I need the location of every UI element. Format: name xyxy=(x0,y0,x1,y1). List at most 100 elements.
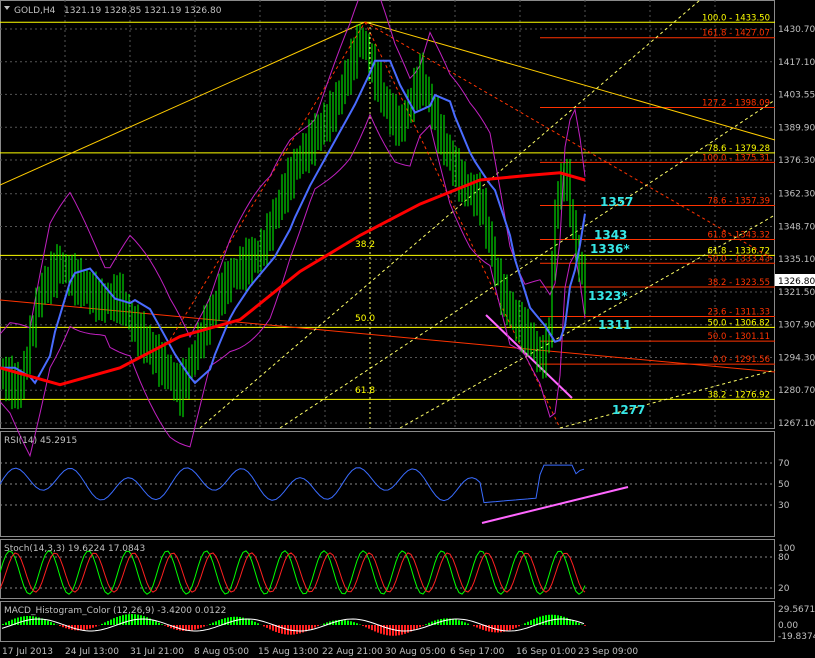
macd-bar xyxy=(575,621,577,625)
macd-bar xyxy=(548,614,550,625)
macd-bar xyxy=(509,625,511,631)
macd-title: MACD_Histogram_Color (12,26,9) -3.4200 0… xyxy=(4,606,226,616)
time-tick-label: 30 Aug 05:00 xyxy=(385,647,446,657)
macd-bar xyxy=(353,622,355,625)
macd-bar xyxy=(83,625,85,631)
price-tick-label: 1430.70 xyxy=(778,25,815,35)
fib-label: 127.2 - 1398.09 xyxy=(702,99,770,109)
macd-bar xyxy=(251,620,253,625)
macd-bar xyxy=(407,625,409,633)
time-tick-label: 16 Sep 01:00 xyxy=(516,647,576,657)
current-price-marker: 1326.80 xyxy=(775,274,815,287)
macd-bar xyxy=(452,618,454,625)
macd-bar xyxy=(497,625,499,633)
macd-bar xyxy=(362,625,364,626)
price-tick-label: 1307.90 xyxy=(778,321,815,331)
left-fib-label-382: 38.2 xyxy=(355,240,375,250)
support-trendline xyxy=(0,299,776,373)
macd-bar xyxy=(401,625,403,635)
bollinger-upper xyxy=(0,0,586,339)
time-tick-label: 22 Aug 21:00 xyxy=(322,647,383,657)
macd-level-high: 29.5671 xyxy=(778,605,815,615)
macd-bar xyxy=(347,620,349,625)
collapse-icon[interactable] xyxy=(4,6,10,10)
current-price-label: 1326.80 xyxy=(778,277,815,287)
macd-bar xyxy=(227,617,229,625)
macd-bar xyxy=(125,614,127,625)
macd-bar xyxy=(533,618,535,625)
macd-bar xyxy=(194,625,196,630)
macd-bar xyxy=(455,619,457,625)
macd-panel: MACD_Histogram_Color (12,26,9) -3.4200 0… xyxy=(1,605,815,642)
macd-bar xyxy=(215,621,217,625)
macd-bar xyxy=(464,622,466,625)
macd-bar xyxy=(107,620,109,625)
macd-bar xyxy=(8,620,10,625)
fib-label: 78.6 - 1357.39 xyxy=(707,197,770,207)
macd-bar xyxy=(101,623,103,625)
price-tick-label: 1321.50 xyxy=(778,288,815,298)
fib-label: 50.0 - 1306.82 xyxy=(707,318,770,328)
macd-bar xyxy=(62,625,64,628)
rsi-level-50: 50 xyxy=(778,480,790,490)
macd-bar xyxy=(368,625,370,629)
time-tick-label: 6 Sep 17:00 xyxy=(450,647,505,657)
macd-bar xyxy=(35,616,37,625)
fibonacci-levels: 100.0 - 1433.50 161.8 - 1427.07 127.2 - 13… xyxy=(0,13,775,400)
macd-bar xyxy=(218,620,220,625)
macd-bar xyxy=(146,617,148,625)
fib-label: 100.0 - 1433.50 xyxy=(702,13,770,23)
macd-bar xyxy=(542,615,544,625)
macd-bar xyxy=(500,625,502,633)
macd-bar xyxy=(188,625,190,631)
stoch-level-20: 20 xyxy=(778,584,790,594)
fib-label: 100.0 - 1375.31 xyxy=(702,153,770,163)
macd-bar xyxy=(365,625,367,628)
macd-bar xyxy=(296,625,298,635)
macd-bar xyxy=(344,620,346,625)
trading-chart[interactable]: 1430.70 1417.10 1403.55 1389.90 1376.30 1362.… xyxy=(0,0,815,658)
macd-bar xyxy=(92,625,94,628)
macd-bar xyxy=(416,625,418,629)
annotation-1336: 1336* xyxy=(590,242,630,256)
price-tick-label: 1280.70 xyxy=(778,386,815,396)
macd-bar xyxy=(563,616,565,625)
macd-bar xyxy=(572,620,574,625)
macd-bar xyxy=(113,618,115,625)
macd-bar xyxy=(50,622,52,625)
macd-bar xyxy=(104,622,106,625)
macd-bar xyxy=(179,625,181,631)
fib-label: 23.6 - 1311.33 xyxy=(707,307,770,317)
macd-bar xyxy=(293,625,295,635)
annotation-1357: 1357 xyxy=(600,195,633,209)
price-tick-label: 1348.70 xyxy=(778,222,815,232)
macd-bar xyxy=(197,625,199,629)
macd-bar xyxy=(560,615,562,625)
macd-bar xyxy=(473,625,475,627)
macd-bar xyxy=(527,621,529,625)
macd-bar xyxy=(515,625,517,628)
macd-bar xyxy=(281,625,283,634)
bollinger-lower xyxy=(0,113,586,458)
time-tick-label: 24 Jul 13:00 xyxy=(65,647,119,657)
macd-bar xyxy=(254,621,256,625)
price-tick-label: 1376.30 xyxy=(778,156,815,166)
fib-label: 161.8 - 1427.07 xyxy=(702,29,770,39)
macd-bar xyxy=(17,617,19,625)
macd-bar xyxy=(422,625,424,626)
ohlc-values: 1321.19 1328.85 1321.19 1326.80 xyxy=(64,6,222,16)
macd-bar xyxy=(161,624,163,625)
macd-bar xyxy=(335,620,337,625)
fib-label: 38.2 - 1323.55 xyxy=(707,278,770,288)
macd-bar xyxy=(209,623,211,625)
macd-bar xyxy=(530,620,532,625)
chart-header: GOLD,H4 1321.19 1328.85 1321.19 1326.80 xyxy=(4,6,222,16)
macd-level-low: -19.8374 xyxy=(778,632,815,642)
time-tick-label: 15 Aug 13:00 xyxy=(258,647,319,657)
moving-average-red xyxy=(0,171,586,387)
macd-bar xyxy=(524,623,526,625)
price-tick-label: 1335.10 xyxy=(778,255,815,265)
macd-bar xyxy=(116,616,118,625)
macd-bar xyxy=(191,625,193,631)
macd-bar xyxy=(314,625,316,628)
